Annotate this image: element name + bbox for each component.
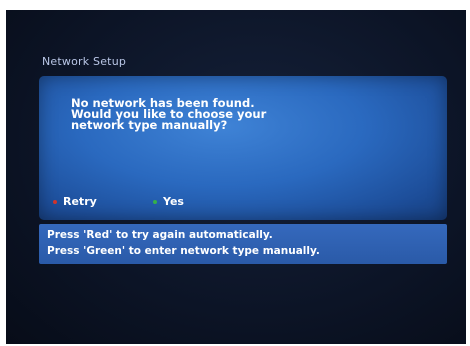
network-setup-dialog: No network has been found. Would you lik…: [39, 76, 447, 220]
yes-option[interactable]: Yes: [153, 195, 184, 208]
yes-label: Yes: [163, 195, 184, 208]
retry-option[interactable]: Retry: [53, 195, 97, 208]
green-button-icon: [153, 199, 157, 204]
retry-label: Retry: [63, 195, 97, 208]
help-text-green: Press 'Green' to enter network type manu…: [47, 245, 320, 257]
dialog-title: Network Setup: [42, 55, 127, 68]
tv-screen: Network Setup No network has been found.…: [6, 10, 466, 344]
help-text-red: Press 'Red' to try again automatically.: [47, 229, 273, 241]
help-bar: Press 'Red' to try again automatically. …: [39, 224, 447, 264]
red-button-icon: [53, 199, 57, 204]
photo-frame: Network Setup No network has been found.…: [0, 0, 470, 346]
dialog-message: No network has been found. Would you lik…: [71, 96, 267, 132]
